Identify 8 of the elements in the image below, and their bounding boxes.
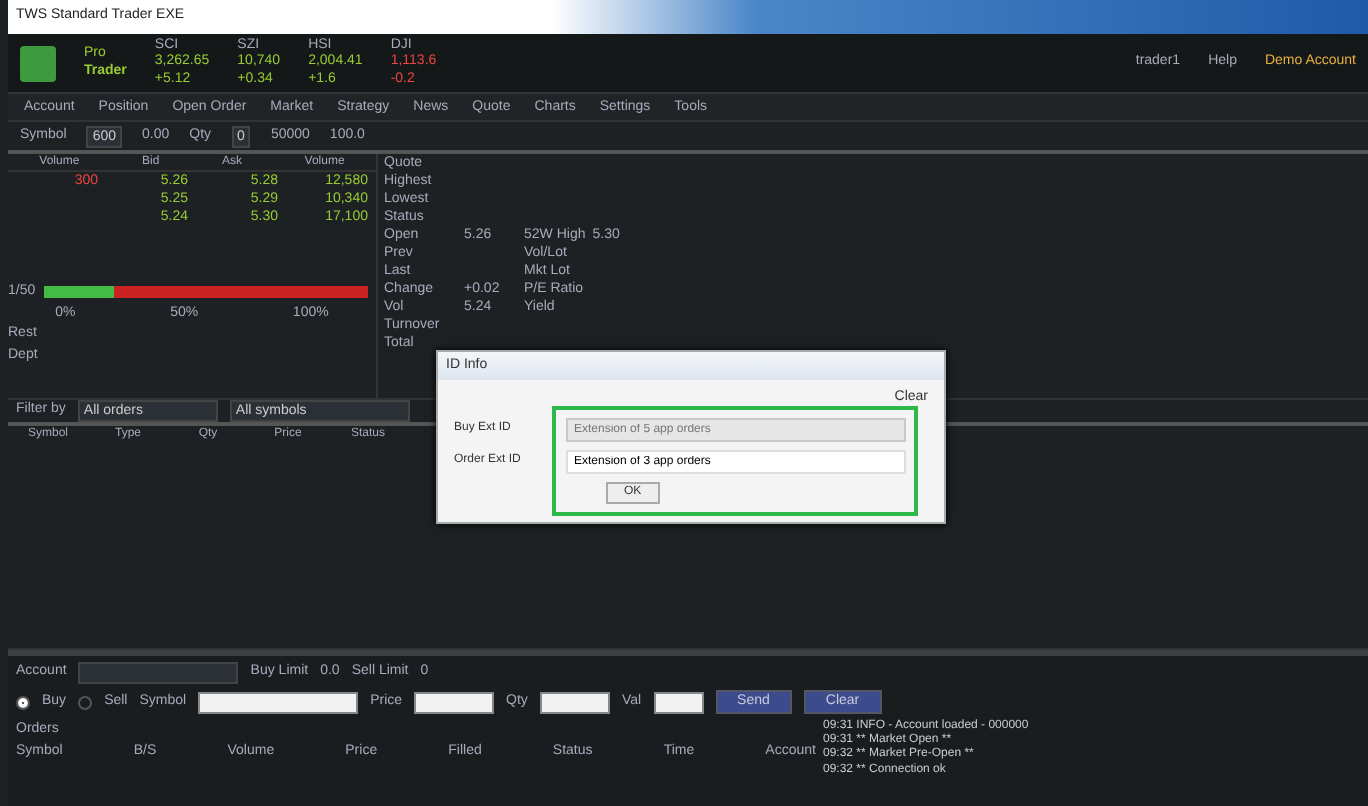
symbol-field[interactable] <box>198 691 359 713</box>
price-field[interactable] <box>414 691 495 713</box>
logo-icon <box>20 45 56 81</box>
side-radio[interactable] <box>16 695 30 709</box>
side-radio[interactable] <box>78 695 93 709</box>
account-field[interactable] <box>78 662 239 684</box>
qty-field[interactable] <box>539 691 610 713</box>
value-field[interactable] <box>653 691 704 713</box>
